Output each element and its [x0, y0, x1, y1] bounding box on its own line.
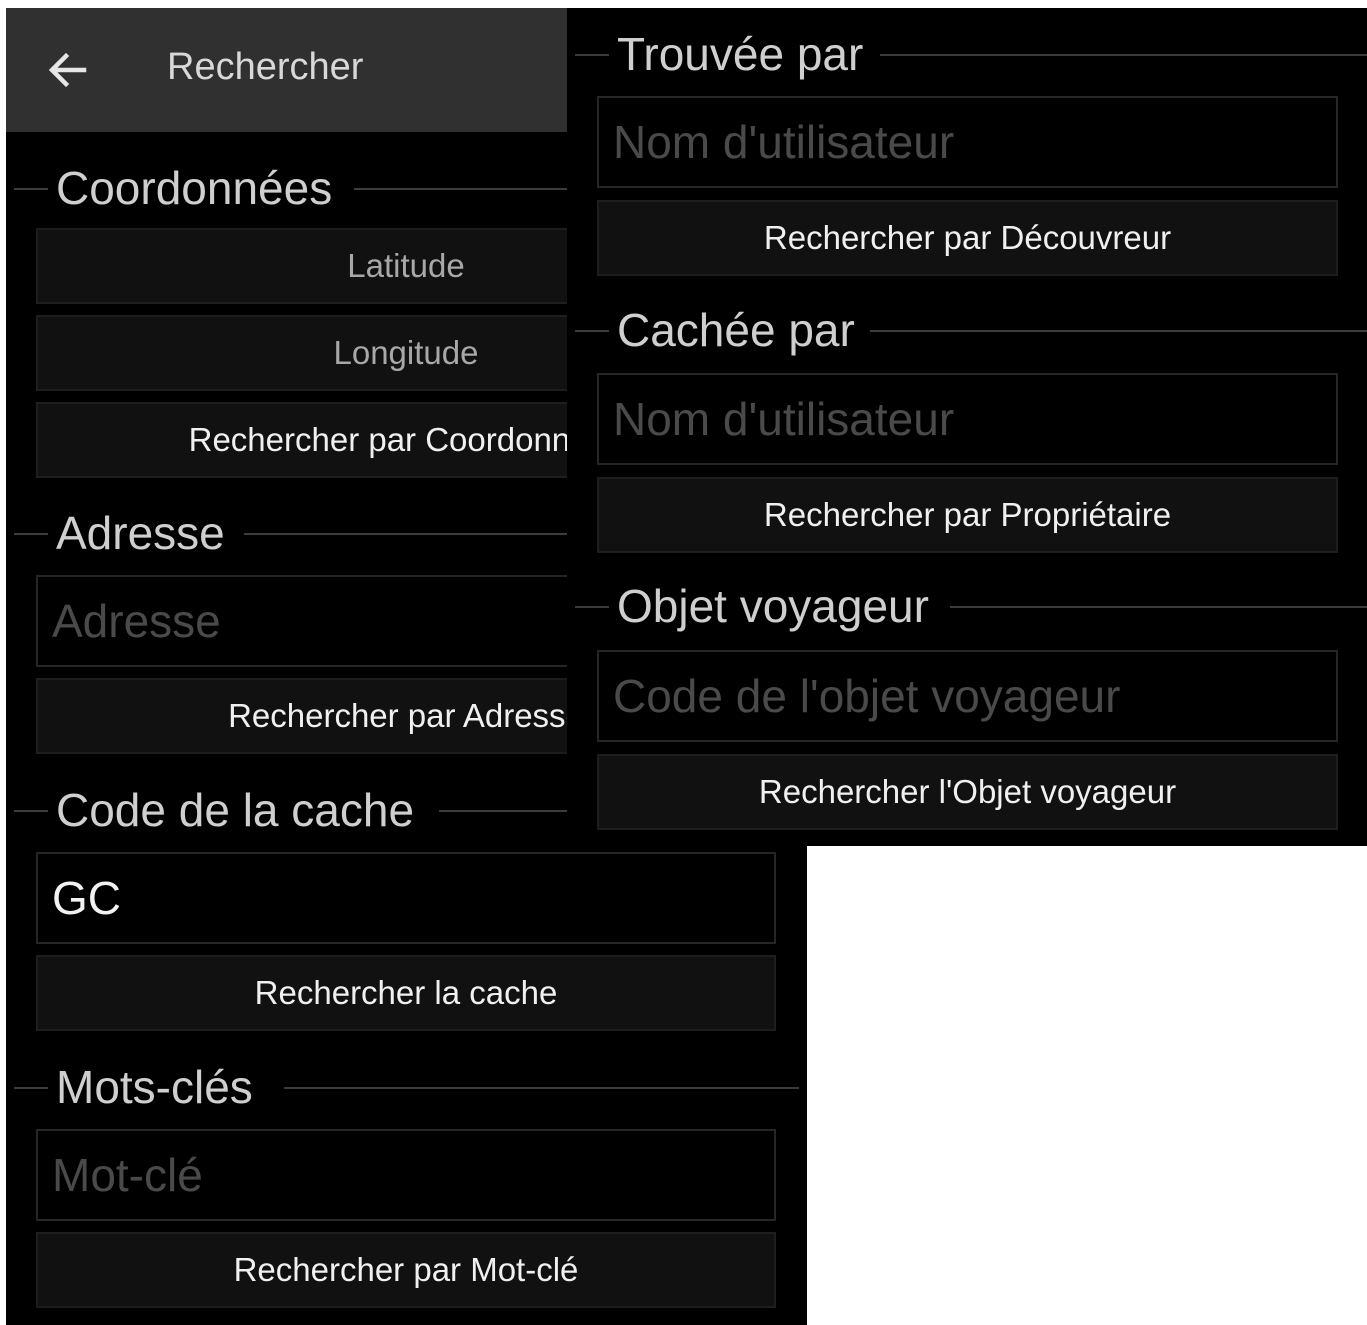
section-found-by-title: Trouvée par [617, 24, 872, 84]
keyword-input[interactable]: Mot-clé [36, 1129, 776, 1221]
section-cache-code-title: Code de la cache [56, 780, 423, 840]
search-screen-right: Trouvée par Nom d'utilisateur Rechercher… [567, 8, 1367, 846]
section-keywords-title: Mots-clés [56, 1057, 261, 1117]
trackable-code-input[interactable]: Code de l'objet voyageur [597, 650, 1338, 742]
cache-code-input[interactable]: GC [36, 852, 776, 944]
search-cache-button[interactable]: Rechercher la cache [36, 955, 776, 1031]
hidden-by-username-input[interactable]: Nom d'utilisateur [597, 373, 1338, 465]
search-trackable-button[interactable]: Rechercher l'Objet voyageur [597, 754, 1338, 830]
section-trackable: Objet voyageur [575, 576, 1367, 636]
search-by-owner-button[interactable]: Rechercher par Propriétaire [597, 477, 1338, 553]
found-by-username-input[interactable]: Nom d'utilisateur [597, 96, 1338, 188]
section-hidden-by-title: Cachée par [617, 300, 863, 360]
section-hidden-by: Cachée par [575, 300, 1367, 360]
section-trackable-title: Objet voyageur [617, 576, 937, 636]
arrow-left-icon[interactable] [46, 48, 90, 92]
section-address-title: Adresse [56, 503, 233, 563]
section-coordinates-title: Coordonnées [56, 158, 341, 218]
search-by-finder-button[interactable]: Rechercher par Découvreur [597, 200, 1338, 276]
search-by-keyword-button[interactable]: Rechercher par Mot-clé [36, 1232, 776, 1308]
page-title: Rechercher [167, 46, 364, 88]
section-found-by: Trouvée par [575, 24, 1367, 84]
section-keywords: Mots-clés [14, 1057, 799, 1117]
